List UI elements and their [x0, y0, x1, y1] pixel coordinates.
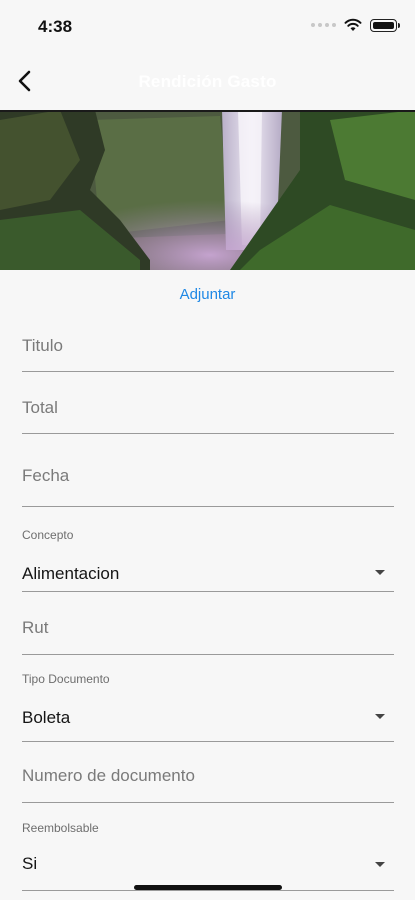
titulo-placeholder: Titulo: [22, 336, 63, 355]
tipo-documento-value: Boleta: [22, 708, 71, 727]
status-icons: [311, 18, 400, 32]
numero-documento-underline: [22, 802, 394, 803]
rut-field[interactable]: Rut: [22, 618, 394, 655]
concepto-select[interactable]: Concepto Alimentacion: [22, 528, 394, 592]
titulo-field[interactable]: Titulo: [22, 336, 394, 373]
caret-down-icon: [375, 862, 385, 867]
attached-image: [0, 110, 415, 270]
reembolsable-select[interactable]: Reembolsable Si: [22, 821, 394, 891]
status-time: 4:38: [38, 17, 73, 36]
numero-documento-field[interactable]: Numero de documento: [22, 766, 394, 803]
reembolsable-value: Si: [22, 854, 38, 873]
numero-documento-placeholder: Numero de documento: [22, 766, 195, 785]
attach-link[interactable]: Adjuntar: [0, 286, 415, 303]
fecha-underline: [22, 506, 394, 507]
navigation-bar: Rendición Gasto: [0, 52, 415, 110]
caret-down-icon: [375, 570, 385, 575]
concepto-value: Alimentacion: [22, 564, 120, 583]
tipo-documento-underline: [22, 741, 394, 742]
fecha-placeholder: Fecha: [22, 466, 70, 485]
fecha-field[interactable]: Fecha: [22, 466, 394, 508]
signal-icon: [311, 23, 336, 27]
tipo-documento-select[interactable]: Tipo Documento Boleta: [22, 672, 394, 742]
status-bar: 4:38: [0, 0, 415, 52]
wifi-icon: [344, 18, 362, 31]
tipo-documento-label: Tipo Documento: [22, 672, 110, 686]
home-indicator[interactable]: [134, 885, 282, 890]
total-field[interactable]: Total: [22, 398, 394, 435]
page-title: Rendición Gasto: [138, 72, 277, 91]
total-placeholder: Total: [22, 398, 58, 417]
reembolsable-underline: [22, 890, 394, 891]
total-underline: [22, 433, 394, 434]
rut-underline: [22, 654, 394, 655]
concepto-label: Concepto: [22, 528, 74, 542]
rut-placeholder: Rut: [22, 618, 49, 637]
battery-icon: [370, 18, 400, 32]
caret-down-icon: [375, 714, 385, 719]
titulo-underline: [22, 371, 394, 372]
concepto-underline: [22, 591, 394, 592]
reembolsable-label: Reembolsable: [22, 821, 99, 835]
